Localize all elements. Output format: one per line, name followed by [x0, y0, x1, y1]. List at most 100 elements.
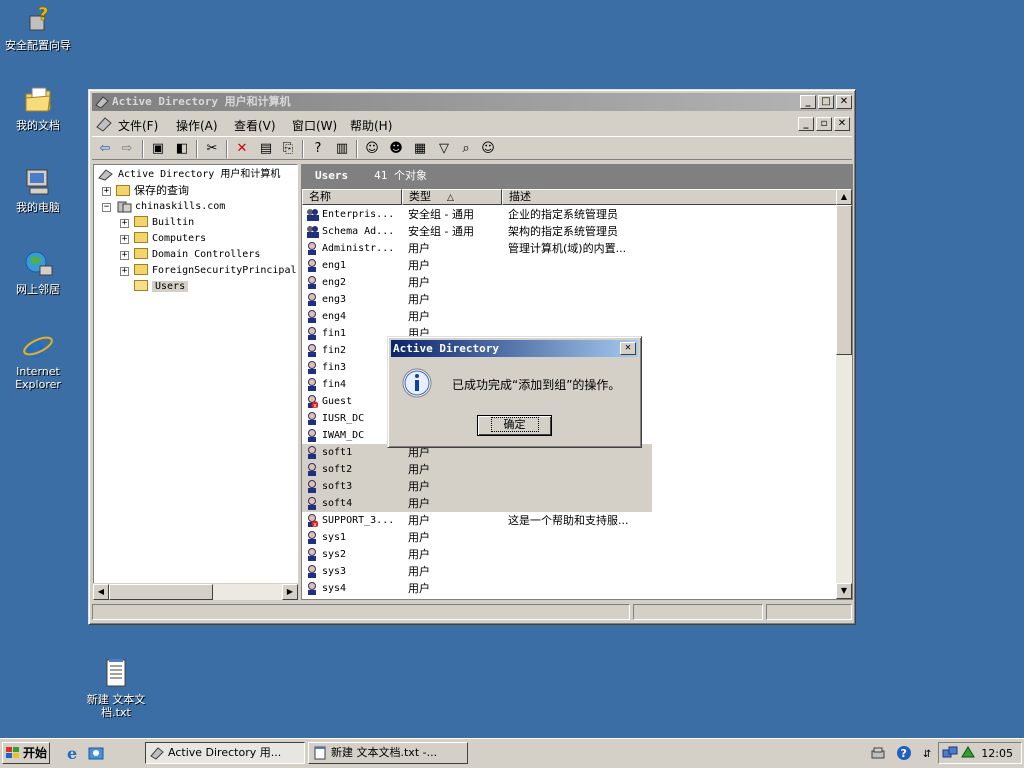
add-to-group-icon[interactable]: ☺ — [478, 140, 498, 158]
collapse-icon[interactable]: − — [102, 203, 111, 212]
tree-users[interactable]: Users — [120, 279, 189, 295]
close-button[interactable]: ✕ — [836, 95, 852, 109]
table-row[interactable]: soft2 用户 — [302, 461, 652, 478]
row-type: 用户 — [408, 293, 430, 306]
desktop-icon-network-places[interactable]: 网上邻居 — [0, 248, 76, 296]
desktop-icon-my-documents[interactable]: 我的文档 — [0, 84, 76, 132]
tree-foreign-security-principals[interactable]: + ForeignSecurityPrincipal — [120, 263, 297, 279]
table-row[interactable]: sys1 用户 — [302, 529, 842, 546]
tree-builtin[interactable]: + Builtin — [120, 215, 194, 231]
user-icon — [306, 343, 318, 357]
cut-icon[interactable]: ✂ — [202, 140, 222, 158]
table-row[interactable]: soft4 用户 — [302, 495, 652, 512]
show-tree-icon[interactable]: ◧ — [172, 140, 192, 158]
scroll-thumb[interactable] — [109, 584, 213, 600]
list-vertical-scrollbar[interactable]: ▲ ▼ — [836, 189, 852, 599]
new-group-icon[interactable]: ☻ — [386, 140, 406, 158]
table-row[interactable]: soft3 用户 — [302, 478, 652, 495]
tree-domain-controllers[interactable]: + Domain Controllers — [120, 247, 260, 263]
column-header-type[interactable]: 类型 △ — [402, 189, 502, 205]
filter-icon[interactable]: ▽ — [434, 140, 454, 158]
forward-arrow-icon[interactable]: ⇨ — [117, 140, 137, 158]
menu-action[interactable]: 操作(A) — [176, 117, 218, 134]
maximize-button[interactable]: □ — [818, 95, 834, 109]
back-arrow-icon[interactable]: ⇦ — [95, 140, 115, 158]
tree-saved-queries[interactable]: + 保存的查询 — [102, 183, 189, 199]
expand-icon[interactable]: + — [120, 219, 129, 228]
child-minimize-button[interactable]: _ — [798, 117, 814, 131]
menu-view[interactable]: 查看(V) — [234, 117, 276, 134]
help-icon[interactable]: ? — [308, 140, 328, 158]
internet-explorer-icon: e — [22, 330, 54, 365]
tree-horizontal-scrollbar[interactable]: ◀ ▶ — [93, 583, 298, 600]
expand-icon[interactable]: + — [120, 235, 129, 244]
quicklaunch-outlook-icon[interactable] — [88, 745, 104, 761]
dialog-close-button[interactable]: ✕ — [620, 342, 636, 355]
scroll-up-button[interactable]: ▲ — [836, 189, 852, 205]
column-header-name[interactable]: 名称 — [302, 189, 402, 205]
column-header-label: 名称 — [309, 190, 331, 203]
delete-icon[interactable]: ✕ — [232, 140, 252, 158]
expand-icon[interactable]: + — [102, 187, 111, 196]
tree-domain[interactable]: − chinaskills.com — [102, 199, 225, 215]
desktop-icon-security-wizard[interactable]: ? 安全配置向导 — [0, 4, 76, 52]
table-row[interactable]: sys3 用户 — [302, 563, 842, 580]
menubar: 文件(F) 操作(A) 查看(V) 窗口(W) 帮助(H) _ ▫ ✕ — [92, 114, 852, 134]
tree-root[interactable]: Active Directory 用户和计算机 — [98, 167, 280, 183]
start-button[interactable]: 开始 — [2, 742, 50, 764]
tree-item-label: chinaskills.com — [135, 201, 226, 212]
table-row[interactable]: x SUPPORT_3... 用户 这是一个帮助和支持服... — [302, 512, 842, 529]
window-titlebar[interactable]: Active Directory 用户和计算机 _ □ ✕ — [92, 93, 852, 111]
child-close-button[interactable]: ✕ — [834, 117, 850, 131]
table-row[interactable]: Schema Ad... 安全组 - 通用 架构的指定系统管理员 — [302, 223, 842, 240]
table-row[interactable]: eng2 用户 — [302, 274, 842, 291]
export-list-icon[interactable]: ⎘ — [278, 140, 298, 158]
task-ad-users[interactable]: Active Directory 用... — [145, 742, 305, 764]
column-header-description[interactable]: 描述 — [502, 189, 838, 205]
table-row[interactable]: Administr... 用户 管理计算机(域)的内置... — [302, 240, 842, 257]
row-type: 用户 — [408, 463, 430, 476]
new-ou-icon[interactable]: ▦ — [410, 140, 430, 158]
expand-icon[interactable]: + — [120, 251, 129, 260]
menu-window[interactable]: 窗口(W) — [292, 117, 337, 134]
table-row[interactable]: eng3 用户 — [302, 291, 842, 308]
table-row[interactable]: sys2 用户 — [302, 546, 842, 563]
new-user-icon[interactable]: ☺ — [362, 140, 382, 158]
row-description: 企业的指定系统管理员 — [508, 208, 618, 221]
find-icon[interactable]: ⌕ — [456, 140, 476, 158]
console-tree[interactable]: Active Directory 用户和计算机 + 保存的查询 − chinas… — [93, 164, 298, 600]
quicklaunch-ie-icon[interactable]: e — [66, 745, 82, 761]
user-icon — [306, 547, 318, 561]
up-folder-icon[interactable]: ▣ — [148, 140, 168, 158]
dialog-titlebar[interactable]: Active Directory ✕ — [391, 340, 638, 357]
menu-help[interactable]: 帮助(H) — [350, 117, 392, 134]
tray-network-icon[interactable] — [870, 745, 886, 761]
properties-icon[interactable]: ▤ — [256, 140, 276, 158]
tray-lan-icon[interactable] — [942, 745, 958, 761]
ok-button[interactable]: 确定 — [477, 415, 552, 436]
child-restore-button[interactable]: ▫ — [816, 117, 832, 131]
expand-icon[interactable]: + — [120, 267, 129, 276]
scroll-down-button[interactable]: ▼ — [836, 583, 852, 599]
desktop-icon-my-computer[interactable]: 我的电脑 — [0, 166, 76, 214]
desktop-icon-internet-explorer[interactable]: e Internet Explorer — [0, 330, 76, 391]
console-icon[interactable]: ▥ — [332, 140, 352, 158]
ad-menu-icon[interactable] — [96, 116, 112, 132]
toolbar: ⇦ ⇨ ▣ ◧ ✂ ✕ ▤ ⎘ ? ▥ ☺ ☻ ▦ ▽ ⌕ ☺ — [92, 136, 852, 160]
tray-arrow-icon[interactable]: ⇵ — [920, 745, 936, 761]
table-row[interactable]: eng1 用户 — [302, 257, 842, 274]
desktop-icon-text-file[interactable]: 新建 文本文档.txt — [78, 658, 154, 719]
tree-computers[interactable]: + Computers — [120, 231, 206, 247]
tray-help-icon[interactable]: ? — [896, 745, 912, 761]
task-notepad[interactable]: 新建 文本文档.txt -... — [308, 742, 468, 764]
table-row[interactable]: eng4 用户 — [302, 308, 842, 325]
scroll-left-button[interactable]: ◀ — [93, 584, 109, 600]
scroll-right-button[interactable]: ▶ — [282, 584, 298, 600]
row-name-text: Schema Ad... — [322, 226, 395, 237]
table-row[interactable]: sys4 用户 — [302, 580, 842, 597]
menu-file[interactable]: 文件(F) — [118, 117, 158, 134]
tray-security-icon[interactable] — [960, 745, 976, 761]
minimize-button[interactable]: _ — [800, 95, 816, 109]
table-row[interactable]: Enterpris... 安全组 - 通用 企业的指定系统管理员 — [302, 206, 842, 223]
scroll-thumb[interactable] — [836, 205, 852, 355]
